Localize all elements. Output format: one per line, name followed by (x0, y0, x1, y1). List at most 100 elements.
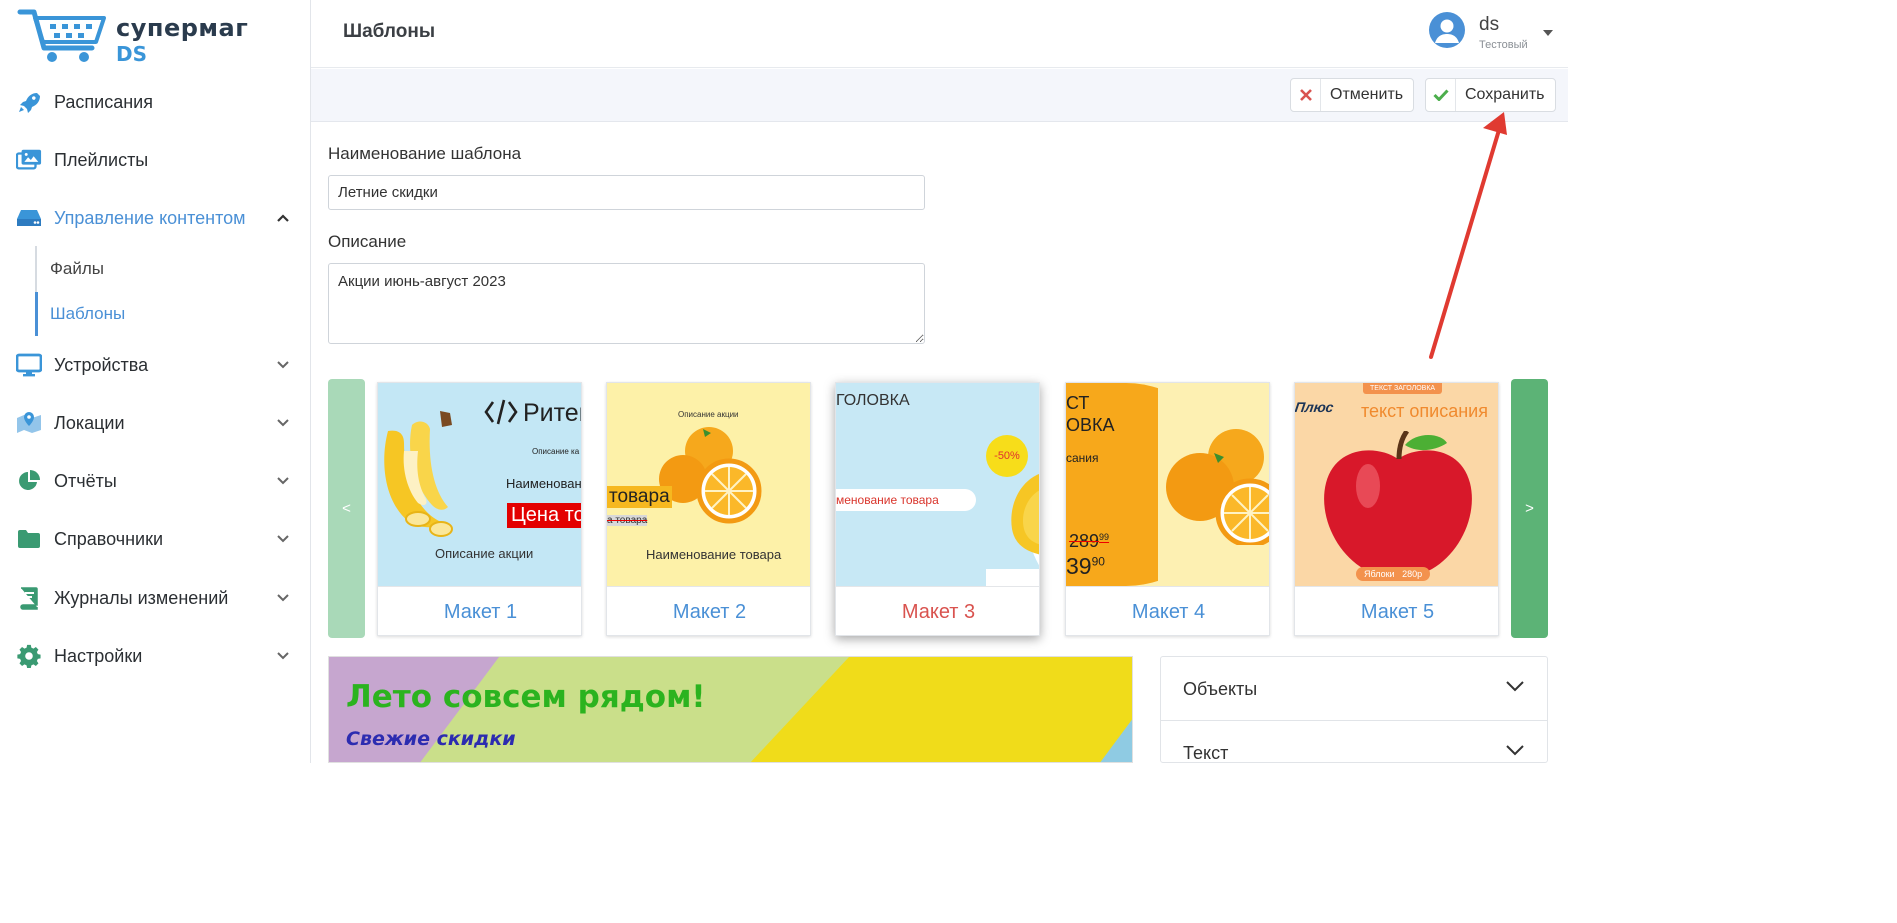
sidebar-item-directories[interactable]: Справочники (0, 515, 311, 563)
chevron-down-icon (277, 419, 289, 427)
banana-image (384, 411, 453, 537)
thumb-name: менование товара (836, 489, 976, 511)
check-icon (1426, 79, 1456, 111)
template-card-4[interactable]: СТ ОВКА сания 28999 3990 Макет 4 (1065, 382, 1270, 636)
tag-name: Яблоки (1364, 569, 1395, 579)
thumb-heading: ГОЛОВКА (836, 392, 910, 409)
price-main: 39 (1066, 553, 1092, 579)
images-icon (16, 147, 42, 173)
thumb-price: Цена то (507, 503, 581, 528)
template-card-title: Макет 2 (607, 586, 810, 635)
accordion-objects[interactable]: Объекты (1161, 657, 1547, 721)
folder-icon (16, 526, 42, 552)
sidebar-item-content[interactable]: Управление контентом (0, 194, 311, 242)
sidebar-item-label: Справочники (54, 528, 164, 549)
properties-panel: Объекты Текст (1160, 656, 1548, 763)
thumb-line: сания (1066, 451, 1099, 465)
sidebar-item-reports[interactable]: Отчёты (0, 457, 311, 505)
thumb-logo: Плюс (1295, 399, 1335, 415)
book-icon (16, 585, 42, 611)
thumb-line: Описание акции (678, 410, 739, 419)
sidebar-item-label: Устройства (54, 354, 149, 375)
sidebar-item-label: Журналы изменений (54, 587, 229, 608)
template-name-label: Наименование шаблона (328, 144, 522, 163)
save-label: Сохранить (1465, 86, 1545, 103)
avatar (1429, 12, 1465, 48)
brand-suffix: DS (116, 42, 148, 66)
sidebar-item-locations[interactable]: Локации (0, 399, 311, 447)
thumb-desc: текст описания (1361, 401, 1488, 421)
save-button[interactable]: Сохранить (1425, 78, 1556, 112)
cancel-button[interactable]: Отменить (1290, 78, 1415, 112)
close-icon (1291, 79, 1321, 111)
sidebar-item-devices[interactable]: Устройства (0, 341, 311, 389)
brand-logo[interactable]: супермаг DS (16, 6, 248, 66)
description-label: Описание (328, 232, 407, 251)
chevron-down-icon (1506, 745, 1524, 756)
user-icon (1435, 19, 1459, 43)
gear-icon (16, 643, 42, 669)
tag-price: 280р (1402, 569, 1423, 579)
carousel-prev-button[interactable]: < (328, 379, 365, 638)
accordion-label: Текст (1183, 743, 1229, 763)
template-thumbnail: Описание акции товара а товара Наименова… (607, 383, 810, 586)
thumb-old-price: 28999 (1069, 531, 1109, 552)
accordion-label: Объекты (1183, 679, 1258, 699)
accordion-text[interactable]: Текст (1161, 721, 1547, 763)
apple-image (1324, 431, 1472, 574)
template-thumbnail: ГОЛОВКА -50% менование товара (836, 383, 1039, 586)
sidebar-item-schedules[interactable]: Расписания (0, 78, 311, 126)
thumb-footer: Описание акции (435, 546, 534, 561)
thumb-heading: СТ (1066, 393, 1090, 413)
sidebar-item-label: Настройки (54, 645, 143, 666)
sidebar-item-playlists[interactable]: Плейлисты (0, 136, 311, 184)
carousel-next-button[interactable]: > (1511, 379, 1548, 638)
user-name: ds (1479, 14, 1500, 35)
template-card-3[interactable]: ГОЛОВКА -50% менование товара Макет 3 (835, 382, 1040, 636)
template-card-title: Макет 3 (836, 586, 1039, 635)
sidebar-subitem-templates[interactable]: Шаблоны (50, 304, 125, 324)
rocket-icon (16, 89, 42, 115)
sidebar: супермаг DS Расписания Плейлисты Управле… (0, 0, 311, 763)
template-name-input[interactable] (328, 175, 925, 210)
sidebar-subitem-files[interactable]: Файлы (50, 259, 104, 279)
map-pin-icon (16, 410, 42, 436)
submenu-active-indicator (35, 292, 38, 336)
caret-down-icon (1543, 30, 1553, 36)
sidebar-item-label: Отчёты (54, 470, 117, 491)
pie-chart-icon (16, 468, 42, 494)
action-toolbar: Отменить Сохранить (311, 69, 1568, 122)
template-thumbnail: ТЕКСТ ЗАГОЛОВКА Плюс текст описания Ябло… (1295, 383, 1498, 586)
sidebar-item-label: Расписания (54, 91, 153, 112)
template-card-5[interactable]: ТЕКСТ ЗАГОЛОВКА Плюс текст описания Ябло… (1294, 382, 1499, 636)
sidebar-item-changelogs[interactable]: Журналы изменений (0, 574, 311, 622)
chevron-down-icon (1506, 681, 1524, 692)
chevron-down-icon (277, 361, 289, 369)
thumb-line: Описание ка (532, 447, 580, 456)
thumb-price: 3990 (1066, 553, 1105, 580)
thumb-old-price: а товара (607, 515, 648, 526)
orange-image (659, 427, 762, 524)
thumb-line: Наименовани (506, 476, 582, 491)
template-preview-canvas[interactable]: Лето совсем рядом! Свежие скидки (328, 656, 1133, 763)
old-price-main: 289 (1069, 531, 1100, 551)
template-thumbnail: Ритей Описание ка Наименовани Цена то Оп… (378, 383, 582, 586)
price-cents: 90 (1091, 554, 1105, 569)
template-card-2[interactable]: Описание акции товара а товара Наименова… (606, 382, 811, 636)
sidebar-item-settings[interactable]: Настройки (0, 632, 311, 680)
description-textarea[interactable]: Акции июнь-август 2023 (328, 263, 925, 344)
preview-title[interactable]: Лето совсем рядом! (346, 679, 706, 715)
template-thumbnail: СТ ОВКА сания 28999 3990 (1066, 383, 1269, 586)
chevron-down-icon (277, 535, 289, 543)
sidebar-item-label: Плейлисты (54, 149, 149, 170)
preview-subtitle[interactable]: Свежие скидки (346, 728, 516, 750)
sidebar-item-label: Управление контентом (54, 207, 246, 228)
orange-image (1166, 429, 1269, 545)
template-card-1[interactable]: Ритей Описание ка Наименовани Цена то Оп… (377, 382, 582, 636)
user-menu[interactable]: ds Тестовый (1429, 12, 1559, 56)
top-header: Шаблоны ds Тестовый (311, 0, 1568, 68)
code-icon (484, 399, 518, 425)
thumb-headline: Ритей (523, 399, 581, 427)
page-title: Шаблоны (343, 21, 436, 42)
chevron-up-icon (277, 214, 289, 222)
